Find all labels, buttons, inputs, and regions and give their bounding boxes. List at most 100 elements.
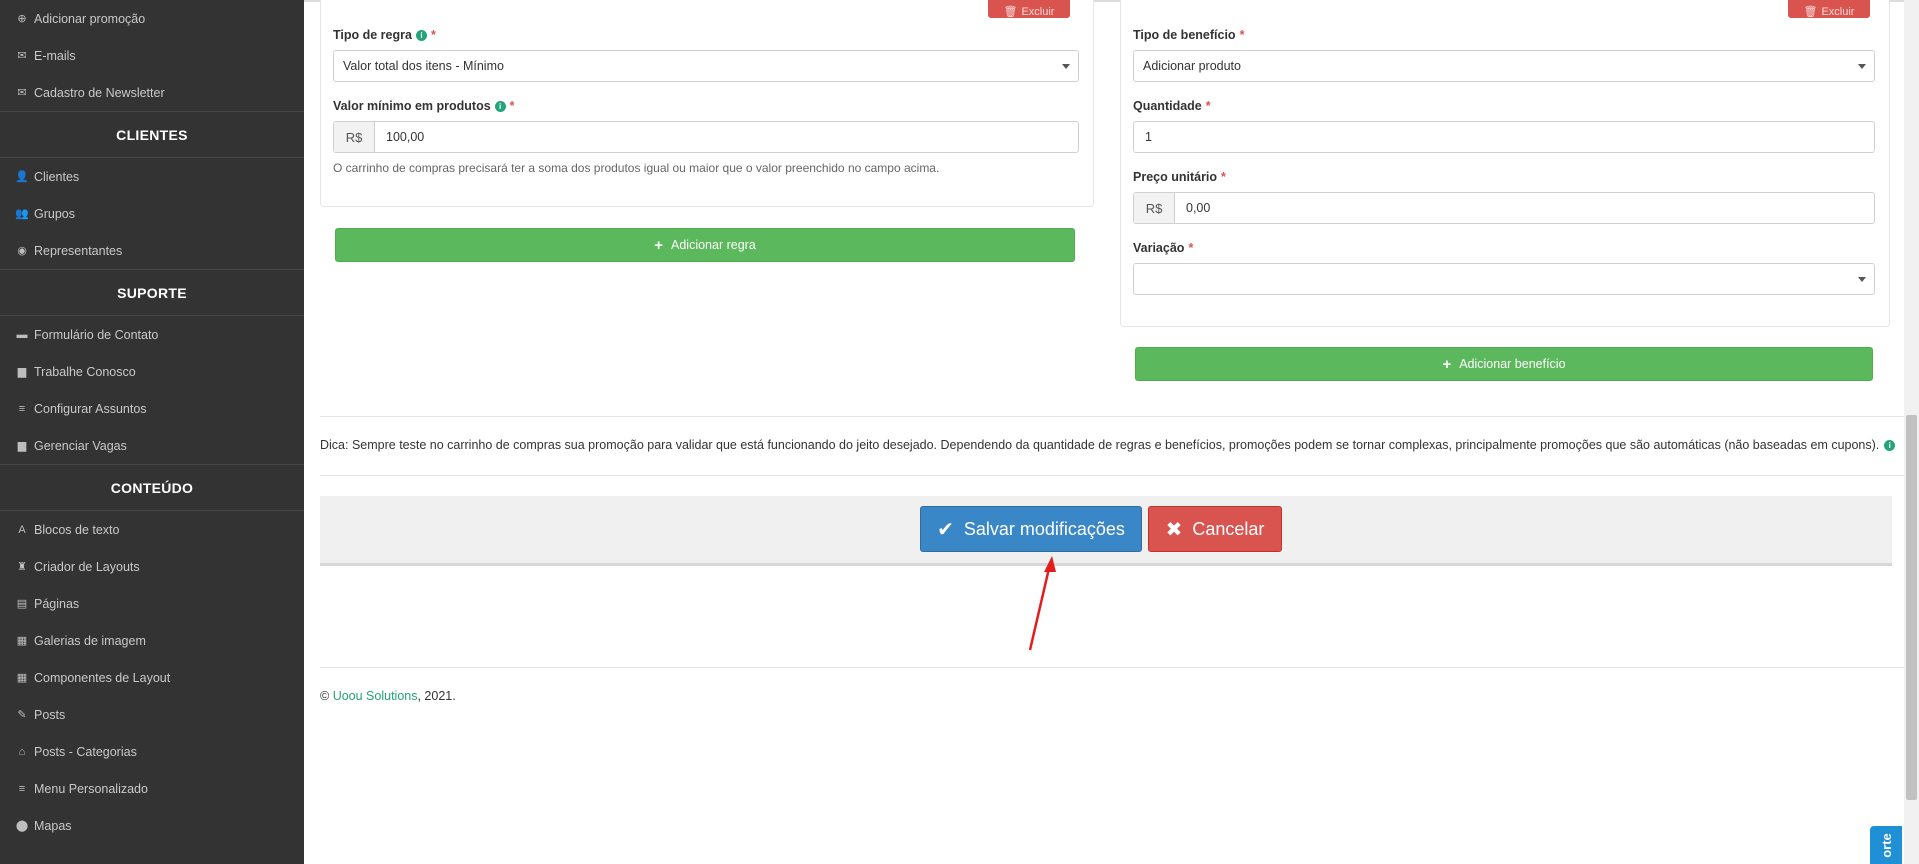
support-tab[interactable]: orte bbox=[1870, 826, 1902, 864]
benefit-delete-label: Excluir bbox=[1821, 6, 1855, 18]
benefit-qty-label-text: Quantidade bbox=[1133, 99, 1202, 113]
sidebar-item-formulario-de-contato[interactable]: ▬ Formulário de Contato bbox=[0, 316, 304, 353]
pin-icon: ✎ bbox=[17, 709, 27, 721]
map-marker-icon: ⬤ bbox=[15, 820, 29, 832]
sidebar-item-label: Grupos bbox=[34, 206, 75, 221]
benefit-variation-select[interactable] bbox=[1133, 263, 1875, 295]
add-benefit-button[interactable]: + Adicionar benefício bbox=[1135, 347, 1873, 381]
sidebar-heading-suporte: SUPORTE bbox=[0, 269, 304, 316]
rule-min-value-input[interactable]: R$ 100,00 bbox=[333, 121, 1079, 153]
rule-min-value: 100,00 bbox=[386, 130, 425, 144]
sidebar-item-mapas[interactable]: ⬤ Mapas bbox=[0, 807, 304, 844]
sidebar-item-label: Posts - Categorias bbox=[34, 744, 137, 759]
user-icon: 👤 bbox=[15, 171, 29, 183]
trash-icon: 🗑 bbox=[1003, 6, 1018, 18]
cancel-button[interactable]: ✖ Cancelar bbox=[1148, 506, 1282, 552]
sidebar-item-trabalhe-conosco[interactable]: ▆ Trabalhe Conosco bbox=[0, 353, 304, 390]
rule-delete-label: Excluir bbox=[1021, 6, 1055, 18]
sidebar-item-componentes-de-layout[interactable]: ▦ Componentes de Layout bbox=[0, 659, 304, 696]
list-icon: ≡ bbox=[18, 782, 26, 795]
sidebar-item-menu-personalizado[interactable]: ≡ Menu Personalizado bbox=[0, 770, 304, 807]
sidebar-item-label: Adicionar promoção bbox=[34, 11, 146, 26]
sidebar-item-posts[interactable]: ✎ Posts bbox=[0, 696, 304, 733]
benefit-price-value: 0,00 bbox=[1186, 201, 1211, 215]
currency-addon: R$ bbox=[1134, 193, 1175, 223]
info-icon[interactable]: i bbox=[1884, 439, 1896, 451]
copyright-year: , 2021. bbox=[417, 689, 456, 703]
benefit-delete-button[interactable]: 🗑 Excluir bbox=[1788, 0, 1870, 18]
sidebar-item-blocos-de-texto[interactable]: A Blocos de texto bbox=[0, 511, 304, 548]
sidebar-group-clientes: 👤 Clientes 👥 Grupos ◉ Representantes bbox=[0, 158, 304, 269]
copyright-symbol: © bbox=[320, 689, 330, 703]
sidebar-heading-conteudo: CONTEÚDO bbox=[0, 464, 304, 511]
font-icon: A bbox=[18, 523, 26, 536]
benefit-type-label-text: Tipo de benefício bbox=[1133, 28, 1236, 42]
scrollbar-thumb[interactable] bbox=[1906, 415, 1917, 800]
user-circle-icon: ◉ bbox=[17, 245, 27, 257]
divider bbox=[320, 416, 1904, 417]
users-icon: 👥 bbox=[15, 208, 29, 220]
sidebar-item-gerenciar-vagas[interactable]: ▆ Gerenciar Vagas bbox=[0, 427, 304, 464]
sidebar-item-label: Menu Personalizado bbox=[34, 781, 148, 796]
sidebar-item-representantes[interactable]: ◉ Representantes bbox=[0, 232, 304, 269]
info-icon[interactable]: i bbox=[415, 29, 427, 41]
required-marker: * bbox=[509, 99, 515, 113]
footer: © Uoou Solutions, 2021. bbox=[320, 689, 456, 703]
benefit-type-value: Adicionar produto bbox=[1143, 59, 1241, 73]
save-label: Salvar modificações bbox=[963, 518, 1125, 539]
sidebar-item-label: Configurar Assuntos bbox=[34, 401, 147, 416]
sidebar-item-label: Galerias de imagem bbox=[34, 633, 146, 648]
sidebar-item-galerias-de-imagem[interactable]: ▦ Galerias de imagem bbox=[0, 622, 304, 659]
cancel-label: Cancelar bbox=[1192, 518, 1265, 539]
chess-icon: ♜ bbox=[17, 561, 27, 573]
rule-min-label: Valor mínimo em produtos i * bbox=[333, 99, 515, 113]
save-button[interactable]: ✔ Salvar modificações bbox=[920, 506, 1142, 552]
benefit-type-label: Tipo de benefício * bbox=[1133, 28, 1244, 42]
sidebar-item-adicionar-promocao[interactable]: ⊕ Adicionar promoção bbox=[0, 0, 304, 37]
sidebar-item-cadastro-de-newsletter[interactable]: ✉ Cadastro de Newsletter bbox=[0, 74, 304, 111]
sidebar-item-clientes[interactable]: 👤 Clientes bbox=[0, 158, 304, 195]
sidebar-group-suporte: ▬ Formulário de Contato ▆ Trabalhe Conosco ≡… bbox=[0, 316, 304, 464]
divider bbox=[320, 667, 1904, 668]
benefit-type-select[interactable]: Adicionar produto bbox=[1133, 50, 1875, 82]
main-content: 🗑 Excluir Tipo de regra i * Valor total … bbox=[304, 0, 1904, 864]
benefit-qty-value: 1 bbox=[1145, 130, 1152, 144]
required-marker: * bbox=[1239, 28, 1245, 42]
sidebar-group-conteudo: A Blocos de texto ♜ Criador de Layouts ▤ Pági… bbox=[0, 511, 304, 844]
sidebar-item-paginas[interactable]: ▤ Páginas bbox=[0, 585, 304, 622]
required-marker: * bbox=[1221, 170, 1226, 184]
sidebar-item-label: Clientes bbox=[34, 169, 80, 184]
annotation-arrow bbox=[1028, 556, 1056, 651]
comment-icon: ▬ bbox=[16, 328, 28, 341]
info-icon[interactable]: i bbox=[494, 100, 506, 112]
chevron-down-icon bbox=[1858, 64, 1866, 69]
benefit-variation-label-text: Variação bbox=[1133, 241, 1185, 255]
company-link[interactable]: Uoou Solutions bbox=[333, 689, 418, 703]
sidebar-item-criador-de-layouts[interactable]: ♜ Criador de Layouts bbox=[0, 548, 304, 585]
sidebar-item-label: E-mails bbox=[34, 48, 76, 63]
rule-type-label: Tipo de regra i * bbox=[333, 28, 436, 42]
home-icon: ⌂ bbox=[18, 745, 26, 758]
required-marker: * bbox=[1205, 99, 1211, 113]
required-marker: * bbox=[430, 28, 436, 42]
rule-delete-button[interactable]: 🗑 Excluir bbox=[988, 0, 1070, 18]
add-rule-button[interactable]: + Adicionar regra bbox=[335, 228, 1075, 262]
page-scrollbar[interactable] bbox=[1904, 0, 1919, 864]
sidebar-item-grupos[interactable]: 👥 Grupos bbox=[0, 195, 304, 232]
benefit-qty-label: Quantidade * bbox=[1133, 99, 1211, 113]
sidebar-item-configurar-assuntos[interactable]: ≡ Configurar Assuntos bbox=[0, 390, 304, 427]
close-icon: ✖ bbox=[1165, 518, 1183, 541]
plus-circle-icon: ⊕ bbox=[17, 13, 27, 25]
sidebar-item-e-mails[interactable]: ✉ E-mails bbox=[0, 37, 304, 74]
check-icon: ✔ bbox=[937, 518, 954, 541]
benefit-qty-input[interactable]: 1 bbox=[1133, 121, 1875, 153]
rule-min-label-text: Valor mínimo em produtos bbox=[333, 99, 491, 113]
sidebar-item-label: Blocos de texto bbox=[34, 522, 120, 537]
sidebar-item-posts-categorias[interactable]: ⌂ Posts - Categorias bbox=[0, 733, 304, 770]
sidebar-group-promocoes: ⊕ Adicionar promoção ✉ E-mails ✉ Cadastro de … bbox=[0, 0, 304, 111]
benefit-price-input[interactable]: R$ 0,00 bbox=[1133, 192, 1875, 224]
file-icon: ▤ bbox=[16, 598, 28, 610]
tip-text: Dica: Sempre teste no carrinho de compra… bbox=[320, 438, 1896, 452]
film-icon: ▦ bbox=[16, 635, 28, 647]
rule-type-select[interactable]: Valor total dos itens - Mínimo bbox=[333, 50, 1079, 82]
